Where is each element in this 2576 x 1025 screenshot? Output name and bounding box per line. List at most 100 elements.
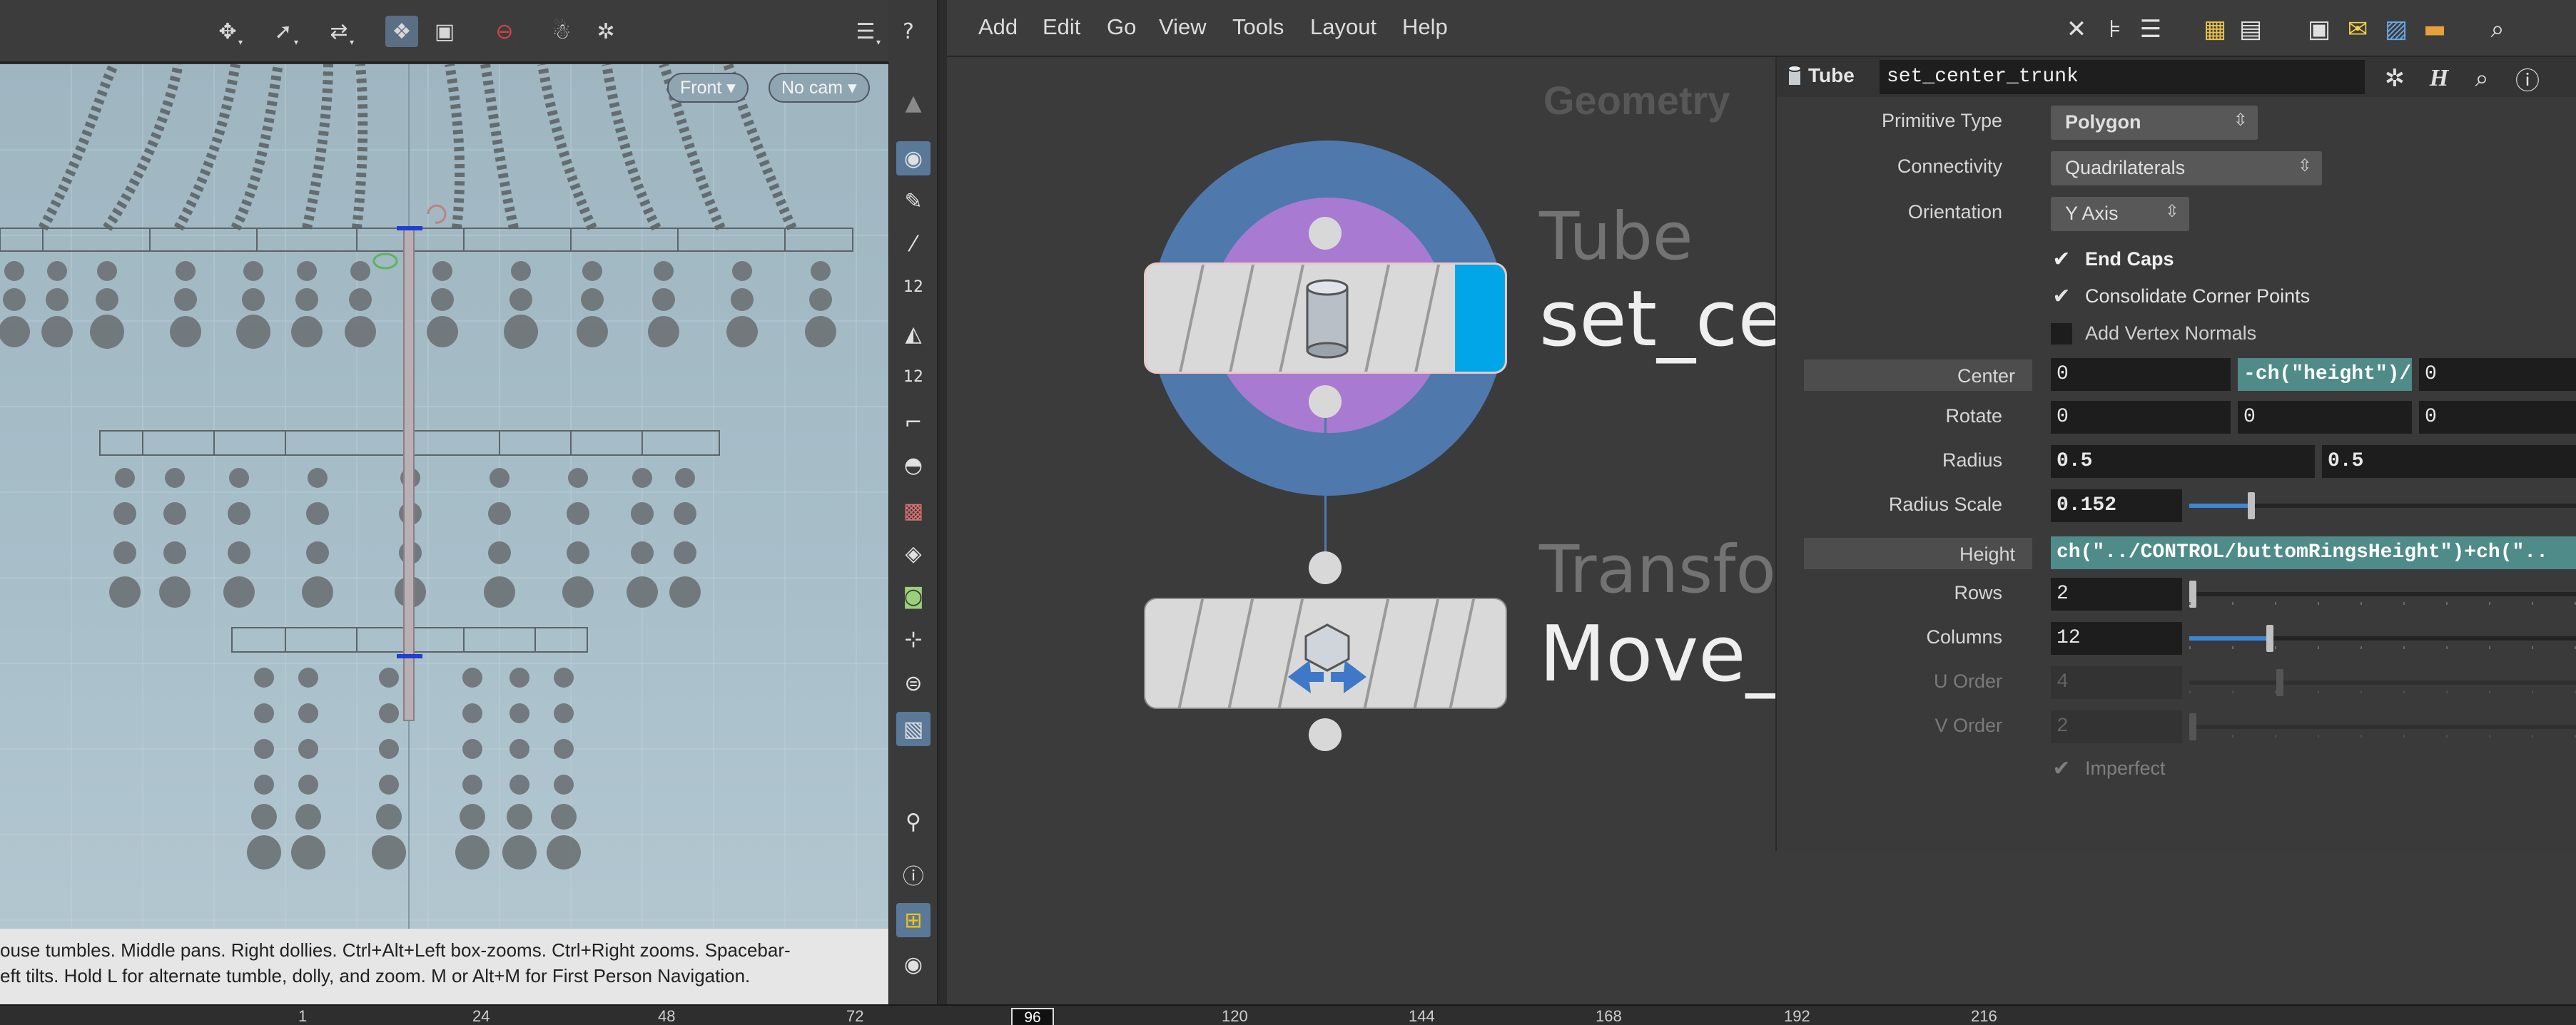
select-icon[interactable]: ➚ ▾ (267, 16, 300, 48)
menu-tools[interactable]: Tools (1232, 14, 1284, 40)
current-frame-marker[interactable]: 96 (1011, 1008, 1054, 1025)
3d-viewport[interactable]: Front ▾ No cam ▾ ouse tumbles. Middle pa… (0, 64, 888, 1004)
tumble-icon[interactable]: ✥ ▾ (211, 16, 244, 48)
gear-icon[interactable]: ✲ (2379, 63, 2410, 94)
center-x-field[interactable]: 0 (2051, 358, 2231, 391)
vertex-normals-toggle[interactable]: Add Vertex Normals (2051, 322, 2256, 345)
consolidate-toggle[interactable]: ✔ Consolidate Corner Points (2051, 284, 2310, 309)
view-menu-label: Front (680, 77, 722, 98)
radius-top-field[interactable]: 0.5 (2051, 445, 2315, 478)
rotate-y-field[interactable]: 0 (2238, 401, 2412, 434)
operator-name-field[interactable]: set_center_trunk (1880, 60, 2365, 94)
scroll-up-icon[interactable]: ▲ (896, 86, 930, 120)
grid-icon[interactable]: ▦ (2199, 13, 2231, 46)
radius-scale-field[interactable]: 0.152 (2051, 489, 2182, 522)
rows-slider[interactable] (2189, 578, 2576, 611)
list-icon[interactable]: ☰ (2134, 13, 2167, 46)
end-caps-toggle[interactable]: ✔ End Caps (2051, 247, 2174, 272)
axis-icon[interactable]: ⊹ (896, 622, 930, 656)
corner-icon[interactable]: ⌐ (896, 405, 930, 439)
primitive-type-dropdown[interactable]: Polygon ⇳ (2051, 106, 2258, 140)
tree-icon[interactable]: ⊧ (2099, 13, 2131, 46)
checker-icon[interactable]: ▩ (896, 494, 930, 528)
radius-scale-label: Radius Scale (1888, 494, 2002, 515)
height-expression-field[interactable]: ch("../CONTROL/buttomRingsHeight")+ch(".… (2051, 536, 2576, 569)
viewport-toolbar: ✥ ▾ ➚ ▾ ⇄ ▾ ❖ ▣ ⊖ ☃ ✲ ☰ ▾ ? (0, 0, 914, 63)
layer-icon[interactable]: ⊜ (896, 666, 930, 700)
view-menu[interactable]: Front ▾ (667, 73, 749, 103)
tube-node[interactable] (1144, 262, 1507, 374)
display-icon[interactable]: ▣ (428, 16, 461, 47)
transform-node[interactable] (1144, 598, 1507, 709)
rotate-label: Rotate (1945, 405, 2002, 427)
tube-input-port[interactable] (1309, 217, 1342, 250)
background-image-icon[interactable]: ▧ (896, 712, 930, 746)
visibility-icon[interactable]: ◉ (896, 947, 930, 981)
search-icon[interactable]: ⌕ (2466, 63, 2498, 94)
connectivity-dropdown[interactable]: Quadrilaterals ⇳ (2051, 151, 2322, 185)
menu-go[interactable]: Go (1107, 14, 1136, 40)
brush-icon[interactable]: ⁄ (896, 227, 930, 261)
stop-icon[interactable]: ⊖ (488, 16, 521, 47)
radius-bottom-field[interactable]: 0.5 (2322, 445, 2576, 478)
transform-icon[interactable]: ⇄ ▾ (323, 16, 355, 48)
info-icon[interactable]: ⓘ (2512, 63, 2543, 96)
imperfect-toggle: ✔ Imperfect (2051, 756, 2165, 781)
rows-field[interactable]: 2 (2051, 578, 2182, 611)
vertex-number-label: 12 (903, 277, 923, 296)
tools-icon[interactable]: ✕ (2060, 13, 2093, 46)
info-icon[interactable]: ⓘ (896, 857, 930, 892)
pin-icon[interactable]: ⚲ (896, 805, 930, 839)
snapshot-icon[interactable]: ✲ (589, 16, 622, 47)
image-icon[interactable]: ▣ (2303, 13, 2336, 46)
tick-label: 168 (1596, 1007, 1622, 1025)
uv-icon[interactable]: ◙ (896, 579, 930, 613)
display-options-icon[interactable]: ☰ ▾ (849, 16, 882, 48)
sticky-note-icon[interactable]: ✉ (2341, 13, 2374, 46)
tube-output-port[interactable] (1309, 385, 1342, 418)
menu-edit[interactable]: Edit (1043, 14, 1080, 40)
center-z-field[interactable]: 0 (2419, 358, 2576, 391)
center-y-field[interactable]: -ch("height")/ (2238, 358, 2412, 391)
rotate-x-field[interactable]: 0 (2051, 401, 2231, 434)
camera-menu[interactable]: No cam ▾ (769, 73, 870, 103)
camera-icon[interactable]: ☃ (545, 16, 578, 47)
prim-number-icon[interactable]: 12 (896, 359, 930, 394)
add-image-icon[interactable]: ▨ (2380, 13, 2413, 46)
rotate-z-field[interactable]: 0 (2419, 401, 2576, 434)
network-box-icon[interactable]: ▬ (2418, 13, 2451, 46)
menu-view[interactable]: View (1159, 14, 1207, 40)
network-menubar: Add Edit Go View Tools Layout Help ✕ ⊧ ☰… (947, 0, 2576, 57)
menu-add[interactable]: Add (978, 14, 1018, 40)
radius-scale-slider[interactable] (2189, 489, 2576, 522)
connectivity-label: Connectivity (1897, 155, 2002, 177)
menu-help[interactable]: Help (1402, 14, 1448, 40)
edge-select-icon[interactable]: ✎ (896, 184, 930, 218)
menu-layout[interactable]: Layout (1310, 14, 1376, 40)
updown-icon: ⇳ (2164, 201, 2179, 221)
display-flag[interactable] (1455, 265, 1505, 372)
quad-view-icon[interactable]: ⊞ (896, 903, 930, 937)
network-context-label: Geometry (1543, 78, 1730, 123)
columns-slider[interactable] (2189, 622, 2576, 655)
vertex-number-icon[interactable]: 12 (896, 270, 930, 304)
rows-label: Rows (1954, 582, 2002, 603)
texture-icon[interactable]: ◈ (896, 536, 930, 571)
pane-splitter[interactable] (937, 0, 947, 1004)
search-icon[interactable]: ⌕ (2481, 13, 2514, 46)
ghost-icon[interactable]: ❖ (385, 16, 418, 47)
checkmark-icon: ✔ (2052, 284, 2071, 309)
columns-field[interactable]: 12 (2051, 622, 2182, 655)
orientation-dropdown[interactable]: Y Axis ⇳ (2051, 197, 2189, 231)
help-h-icon[interactable]: H (2423, 63, 2455, 94)
point-select-icon[interactable]: ◉ (896, 141, 930, 175)
timeline-bar[interactable]: 1 24 48 72 96 120 144 168 192 216 (0, 1004, 2576, 1025)
normal-icon[interactable]: ◭ (896, 317, 930, 351)
thumbnail-icon[interactable]: ▤ (2234, 13, 2267, 46)
help-icon[interactable]: ? (892, 16, 925, 47)
transform-input-port[interactable] (1309, 551, 1342, 584)
transform-output-port[interactable] (1309, 718, 1342, 751)
shading-icon[interactable]: ◓ (896, 448, 930, 482)
transform-node-name[interactable]: Move_ (1539, 610, 1785, 699)
tick-label: 1 (298, 1007, 308, 1025)
